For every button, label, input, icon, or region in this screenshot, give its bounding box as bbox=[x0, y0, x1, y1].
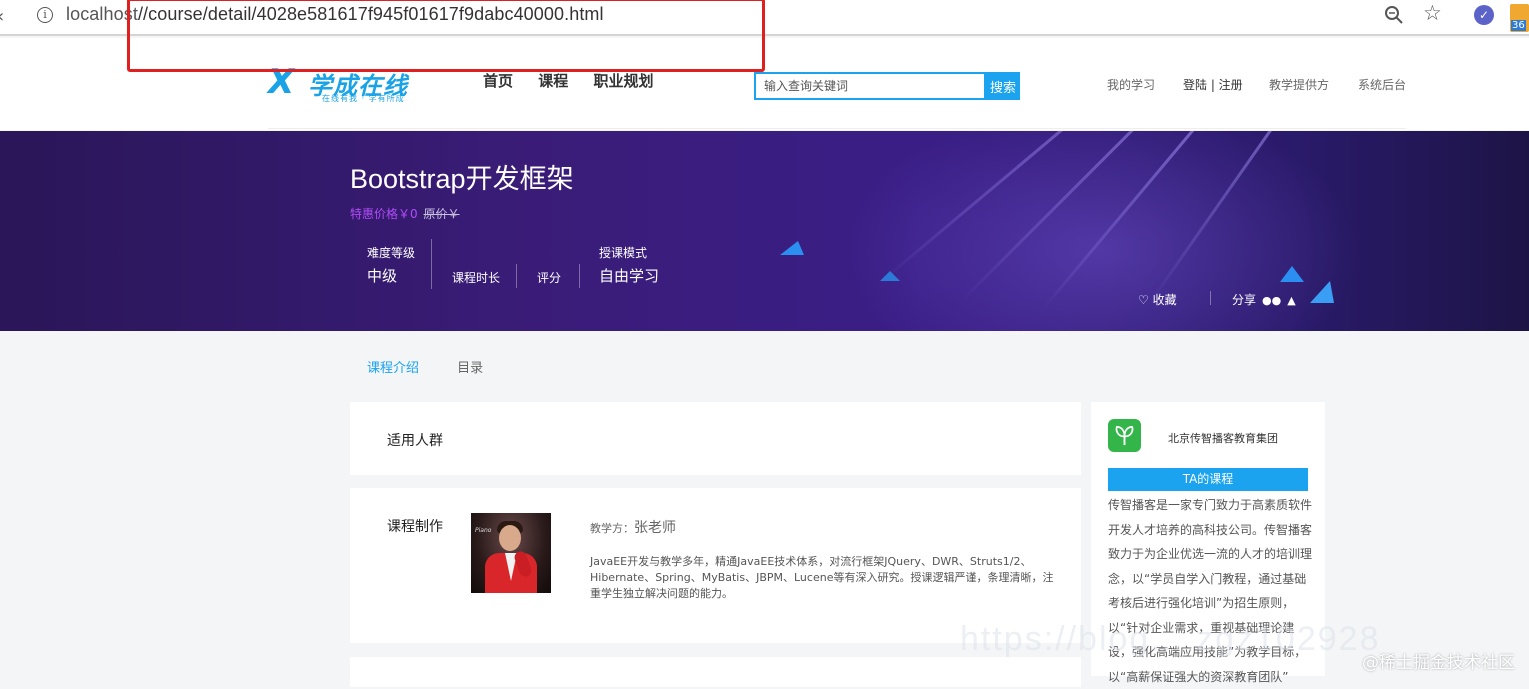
duration-label: 课程时长 bbox=[452, 271, 501, 285]
site-header: X 学成在线 在线有我 · 学有所成 首页 课程 职业规划 搜索 我的学习 登陆… bbox=[0, 38, 1529, 130]
nav-courses[interactable]: 课程 bbox=[538, 70, 568, 91]
faded-watermark: https://blog... zgz102928 bbox=[960, 620, 1381, 658]
share-label: 分享 bbox=[1232, 293, 1257, 307]
back-arrow-icon[interactable]: ‹ bbox=[0, 6, 4, 27]
teacher-name-value: 张老师 bbox=[634, 520, 676, 536]
banner-shard bbox=[1280, 266, 1304, 282]
zoom-icon[interactable] bbox=[1384, 5, 1404, 25]
search-input[interactable] bbox=[754, 72, 986, 100]
meta-divider bbox=[516, 264, 517, 288]
extension-rss-icon[interactable]: 36 bbox=[1510, 4, 1529, 32]
favorite-button[interactable]: ♡ 收藏 bbox=[1138, 291, 1177, 308]
site-watermark: @稀土掘金技术社区 bbox=[1362, 653, 1515, 673]
meta-divider bbox=[579, 264, 580, 288]
production-title: 课程制作 bbox=[387, 519, 443, 535]
search-button[interactable]: 搜索 bbox=[986, 72, 1020, 100]
url-host: localhost bbox=[66, 4, 138, 24]
ta-courses-button[interactable]: TA的课程 bbox=[1108, 468, 1308, 491]
course-price: 特惠价格￥0 原价￥ bbox=[350, 205, 459, 222]
teaching-provider-link[interactable]: 教学提供方 bbox=[1269, 76, 1329, 93]
logo-mark-icon: X bbox=[268, 62, 295, 102]
course-tabs: 课程介绍 目录 bbox=[367, 357, 517, 376]
org-name[interactable]: 北京传智播客教育集团 bbox=[1168, 430, 1278, 446]
extension-badge: 36 bbox=[1511, 20, 1526, 31]
nav-home[interactable]: 首页 bbox=[483, 70, 513, 91]
browser-toolbar: ‹ i localhost//course/detail/4028e581617… bbox=[0, 0, 1529, 36]
banner-shard bbox=[780, 241, 804, 255]
teacher-description: JavaEE开发与教学多年，精通JavaEE技术体系，对流行框架JQuery、D… bbox=[590, 555, 1054, 600]
share-area: 分享 ●● ▲ bbox=[1232, 291, 1296, 308]
photo-caption: Piano bbox=[475, 527, 492, 534]
difficulty-value: 中级 bbox=[367, 267, 398, 285]
mode-label: 授课模式 bbox=[599, 246, 648, 260]
teacher-photo: Piano bbox=[471, 513, 551, 593]
meta-divider bbox=[431, 239, 432, 289]
discount-price: 特惠价格￥0 bbox=[350, 207, 418, 221]
extension-check-icon[interactable]: ✓ bbox=[1474, 5, 1494, 25]
my-learning-link[interactable]: 我的学习 bbox=[1107, 76, 1155, 93]
system-admin-link[interactable]: 系统后台 bbox=[1358, 76, 1406, 93]
difficulty-label: 难度等级 bbox=[367, 246, 416, 260]
photo-head bbox=[499, 525, 521, 551]
tab-catalog[interactable]: 目录 bbox=[457, 361, 483, 376]
site-logo[interactable]: X 学成在线 在线有我 · 学有所成 bbox=[268, 64, 438, 104]
heart-icon: ♡ bbox=[1138, 293, 1149, 307]
login-register-link[interactable]: 登陆 | 注册 bbox=[1183, 76, 1243, 93]
sprout-logo-icon bbox=[1108, 419, 1141, 452]
header-divider bbox=[268, 128, 1406, 129]
address-bar[interactable]: localhost//course/detail/4028e581617f945… bbox=[66, 4, 604, 25]
rating-label: 评分 bbox=[537, 271, 562, 285]
banner-shard bbox=[880, 271, 900, 281]
info-icon[interactable]: i bbox=[37, 7, 53, 23]
banner-shard bbox=[1310, 281, 1334, 303]
main-nav: 首页 课程 职业规划 bbox=[483, 70, 674, 91]
course-banner: Bootstrap开发框架 特惠价格￥0 原价￥ 难度等级 中级 课程时长 评分… bbox=[0, 131, 1529, 331]
teacher-prefix: 教学方： bbox=[590, 522, 634, 535]
tab-course-intro[interactable]: 课程介绍 bbox=[367, 361, 419, 376]
audience-title: 适用人群 bbox=[387, 433, 443, 449]
teacher-name: 教学方：张老师 bbox=[590, 517, 676, 537]
search-box: 搜索 bbox=[754, 72, 1020, 100]
bookmark-star-icon[interactable]: ☆ bbox=[1423, 1, 1442, 25]
audience-card: 适用人群 bbox=[350, 402, 1081, 475]
next-card bbox=[350, 657, 1081, 687]
logo-slogan: 在线有我 · 学有所成 bbox=[322, 94, 405, 103]
course-title: Bootstrap开发框架 bbox=[350, 164, 574, 194]
wechat-icon[interactable]: ●● bbox=[1262, 294, 1281, 307]
qq-icon[interactable]: ▲ bbox=[1287, 294, 1295, 307]
favorite-label: 收藏 bbox=[1152, 293, 1177, 307]
action-divider bbox=[1210, 291, 1211, 305]
url-path: //course/detail/4028e581617f945f01617f9d… bbox=[137, 4, 604, 24]
original-price: 原价￥ bbox=[423, 207, 460, 221]
nav-career[interactable]: 职业规划 bbox=[594, 70, 654, 91]
mode-value: 自由学习 bbox=[599, 267, 660, 285]
org-description: 传智播客是一家专门致力于高素质软件开发人才培养的高科技公司。传智播客致力于为企业… bbox=[1108, 498, 1313, 684]
